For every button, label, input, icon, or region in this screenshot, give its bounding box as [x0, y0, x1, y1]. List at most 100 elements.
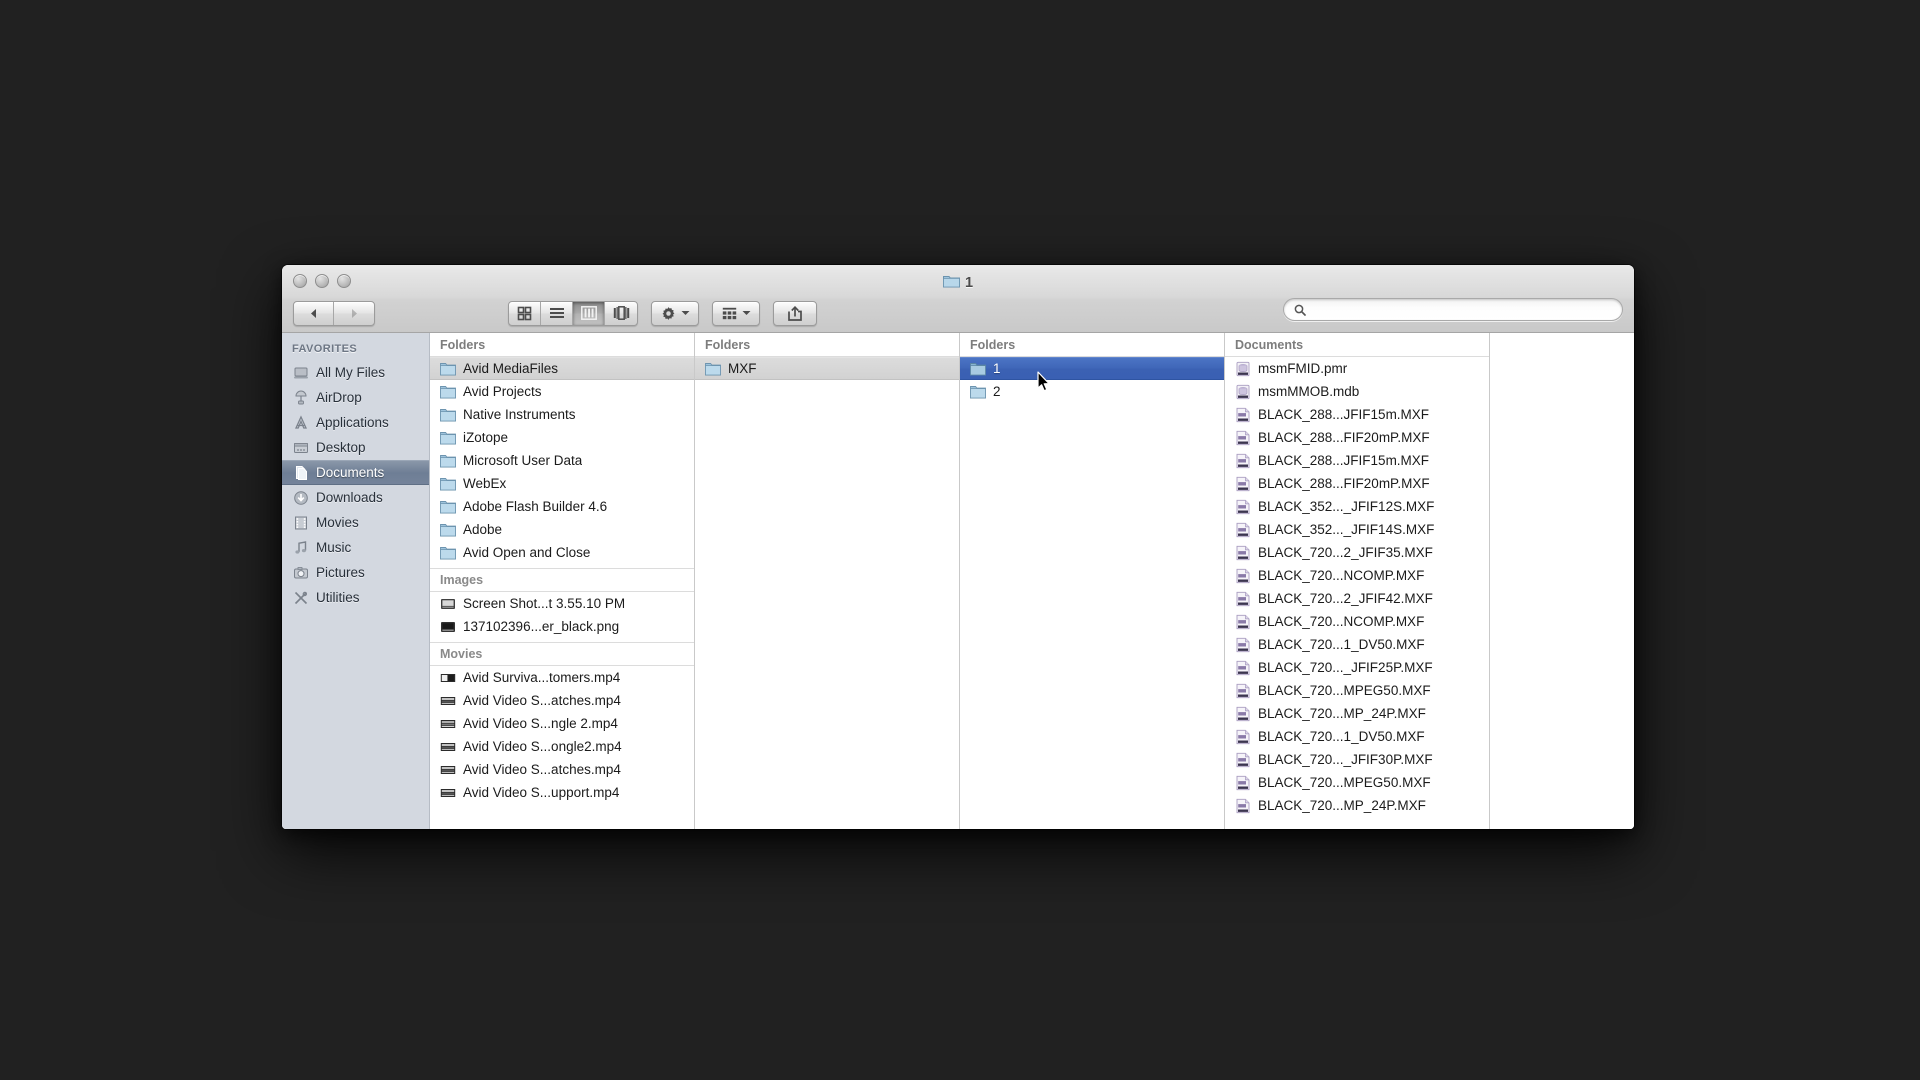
sidebar-item-applications[interactable]: Applications [282, 410, 429, 435]
column-one[interactable]: Documents msmFMID.pmr msmMMOB.mdb BLACK_… [1225, 333, 1490, 829]
list-item[interactable]: BLACK_720...MP_24P.MXF [1225, 702, 1489, 725]
sidebar-item-movies[interactable]: Movies [282, 510, 429, 535]
search-input[interactable] [1312, 302, 1612, 317]
list-item-label: Avid Video S...atches.mp4 [463, 762, 621, 777]
list-item-label: BLACK_720...MPEG50.MXF [1258, 683, 1431, 698]
list-item-label: BLACK_720..._JFIF30P.MXF [1258, 752, 1433, 767]
list-item[interactable]: 2 [960, 380, 1224, 403]
list-item[interactable]: BLACK_720...MPEG50.MXF [1225, 679, 1489, 702]
sidebar-item-utilities[interactable]: Utilities [282, 585, 429, 610]
list-item[interactable]: Avid Video S...atches.mp4 [430, 689, 694, 712]
list-item[interactable]: BLACK_288...JFIF15m.MXF [1225, 449, 1489, 472]
list-item[interactable]: iZotope [430, 426, 694, 449]
mxf-file-icon [1236, 568, 1250, 583]
list-item[interactable]: Adobe Flash Builder 4.6 [430, 495, 694, 518]
list-item[interactable]: BLACK_288...FIF20mP.MXF [1225, 472, 1489, 495]
image-file-icon [441, 598, 455, 609]
list-item[interactable]: Microsoft User Data [430, 449, 694, 472]
list-item-label: MXF [728, 361, 757, 376]
column-mxf[interactable]: Folders 1 2 [960, 333, 1225, 829]
applications-icon [294, 414, 308, 429]
column-documents[interactable]: Folders Avid MediaFiles Avid Projects Na… [430, 333, 695, 829]
arrange-icon[interactable] [713, 302, 759, 325]
list-item[interactable]: BLACK_720...NCOMP.MXF [1225, 564, 1489, 587]
mxf-file-icon [1236, 430, 1250, 445]
column-avid-mediafiles[interactable]: Folders MXF [695, 333, 960, 829]
list-item[interactable]: MXF [695, 357, 959, 380]
column-header: Folders [430, 333, 694, 357]
list-item[interactable]: BLACK_720...1_DV50.MXF [1225, 725, 1489, 748]
list-item-label: BLACK_720...NCOMP.MXF [1258, 568, 1425, 583]
sidebar-item-pictures[interactable]: Pictures [282, 560, 429, 585]
airdrop-icon [295, 390, 307, 404]
sidebar-item-documents[interactable]: Documents [282, 460, 429, 485]
share-button[interactable] [773, 300, 817, 326]
folder-icon [970, 385, 986, 398]
list-item-label: Microsoft User Data [463, 453, 583, 468]
mxf-file-icon [1236, 545, 1250, 560]
gear-icon[interactable] [652, 302, 698, 325]
arrange-menu-button[interactable] [712, 300, 760, 326]
movie-file-icon [440, 696, 456, 705]
list-item[interactable]: BLACK_720...1_DV50.MXF [1225, 633, 1489, 656]
list-item-label: 137102396...er_black.png [463, 619, 620, 634]
list-item[interactable]: BLACK_288...FIF20mP.MXF [1225, 426, 1489, 449]
list-item[interactable]: BLACK_720..._JFIF30P.MXF [1225, 748, 1489, 771]
sidebar-item-downloads[interactable]: Downloads [282, 485, 429, 510]
list-view-button[interactable] [541, 301, 573, 325]
list-item[interactable]: Adobe [430, 518, 694, 541]
list-item[interactable]: BLACK_720...2_JFIF35.MXF [1225, 541, 1489, 564]
list-item[interactable]: Avid Surviva...tomers.mp4 [430, 666, 694, 689]
action-menu-button[interactable] [651, 300, 699, 326]
list-item[interactable]: Screen Shot...t 3.55.10 PM [430, 592, 694, 615]
search-field[interactable] [1283, 298, 1623, 321]
icon-view-button[interactable] [509, 301, 541, 325]
list-item[interactable]: 1 [960, 357, 1224, 380]
list-item[interactable]: BLACK_720..._JFIF25P.MXF [1225, 656, 1489, 679]
list-item[interactable]: msmFMID.pmr [1225, 357, 1489, 380]
sidebar-item-music[interactable]: Music [282, 535, 429, 560]
list-item[interactable]: Avid Video S...upport.mp4 [430, 781, 694, 804]
mxf-file-icon [1236, 476, 1250, 491]
movie-file-icon [440, 673, 456, 682]
image-file-icon [441, 621, 455, 632]
list-item[interactable]: BLACK_720...2_JFIF42.MXF [1225, 587, 1489, 610]
list-item[interactable]: BLACK_352..._JFIF14S.MXF [1225, 518, 1489, 541]
list-item[interactable]: BLACK_352..._JFIF12S.MXF [1225, 495, 1489, 518]
back-button[interactable] [294, 301, 334, 325]
list-item[interactable]: BLACK_720...MP_24P.MXF [1225, 794, 1489, 817]
toolbar [282, 294, 1634, 332]
mxf-file-icon [1236, 798, 1250, 813]
list-item[interactable]: Avid Projects [430, 380, 694, 403]
list-item-label: BLACK_288...FIF20mP.MXF [1258, 430, 1430, 445]
column-empty-pane[interactable] [1490, 333, 1630, 829]
list-item[interactable]: BLACK_720...MPEG50.MXF [1225, 771, 1489, 794]
list-item[interactable]: Avid Video S...atches.mp4 [430, 758, 694, 781]
list-item[interactable]: Native Instruments [430, 403, 694, 426]
column-view-button[interactable] [573, 301, 605, 325]
list-item[interactable]: BLACK_720...NCOMP.MXF [1225, 610, 1489, 633]
sidebar-item-airdrop[interactable]: AirDrop [282, 385, 429, 410]
pictures-icon [294, 566, 308, 578]
mxf-file-icon [1236, 614, 1250, 629]
list-item-label: BLACK_720...MPEG50.MXF [1258, 775, 1431, 790]
folder-icon [942, 274, 960, 292]
desktop-icon [294, 442, 308, 453]
list-item[interactable]: Avid Video S...ongle2.mp4 [430, 735, 694, 758]
list-item[interactable]: BLACK_288...JFIF15m.MXF [1225, 403, 1489, 426]
documents-icon [296, 465, 307, 480]
list-item[interactable]: Avid Video S...ngle 2.mp4 [430, 712, 694, 735]
column-header: Folders [960, 333, 1224, 357]
sidebar-item-desktop[interactable]: Desktop [282, 435, 429, 460]
list-item[interactable]: WebEx [430, 472, 694, 495]
coverflow-view-button[interactable] [605, 302, 637, 325]
forward-button[interactable] [334, 302, 374, 325]
list-item[interactable]: Avid Open and Close [430, 541, 694, 564]
list-item[interactable]: Avid MediaFiles [430, 357, 694, 380]
share-icon[interactable] [774, 302, 816, 325]
list-item[interactable]: 137102396...er_black.png [430, 615, 694, 638]
window-title-text: 1 [964, 275, 974, 291]
sidebar-item-all-my-files[interactable]: All My Files [282, 360, 429, 385]
list-item[interactable]: msmMMOB.mdb [1225, 380, 1489, 403]
folder-icon [705, 362, 721, 375]
